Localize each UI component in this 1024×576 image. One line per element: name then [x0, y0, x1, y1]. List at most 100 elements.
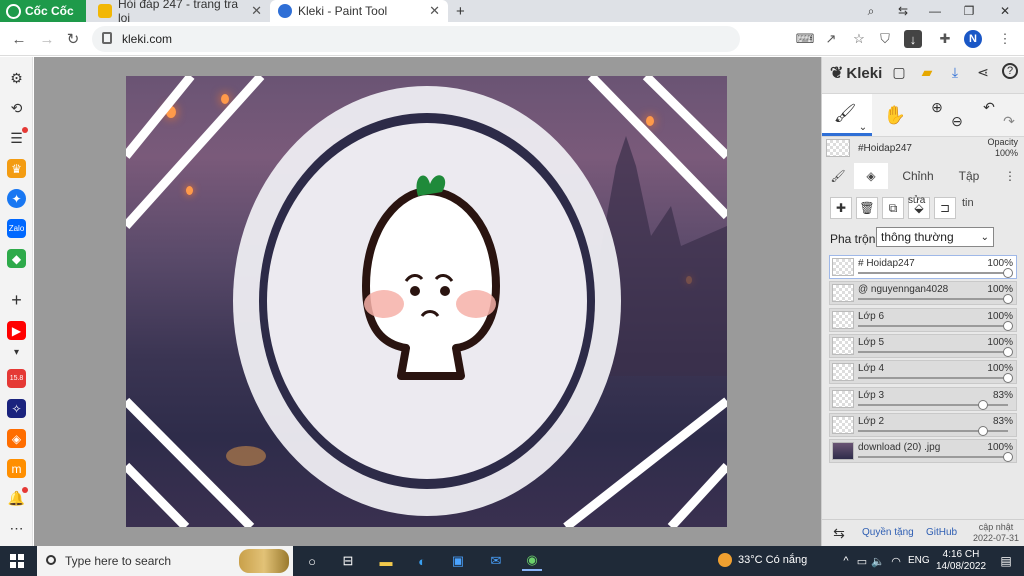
- coccoc-menu-button[interactable]: Cốc Cốc: [0, 0, 86, 22]
- tab-file[interactable]: Tập: [946, 163, 992, 189]
- layer-row[interactable]: Lớp 6 100%: [829, 307, 1017, 332]
- close-icon[interactable]: ✕: [251, 3, 262, 19]
- back-button[interactable]: ←: [8, 28, 30, 50]
- add-layer-button[interactable]: ✚: [830, 197, 852, 219]
- drawing-canvas[interactable]: [126, 76, 727, 527]
- notification-bell-icon[interactable]: 🔔: [7, 487, 28, 508]
- layer-opacity-track[interactable]: [858, 456, 1008, 459]
- github-link[interactable]: GitHub: [926, 527, 957, 538]
- layer-row[interactable]: Lớp 3 83%: [829, 386, 1017, 411]
- tab-search-icon[interactable]: ⌕: [856, 0, 886, 22]
- layer-row[interactable]: Lớp 2 83%: [829, 412, 1017, 437]
- restore-button[interactable]: ❐: [954, 0, 984, 22]
- redo-icon[interactable]: ↷: [1000, 112, 1018, 130]
- youtube-icon[interactable]: ▶: [7, 321, 26, 340]
- extensions-icon[interactable]: ✚: [936, 30, 954, 48]
- more-icon[interactable]: ⋯: [7, 519, 26, 538]
- share-icon[interactable]: ↗: [822, 30, 840, 48]
- minimize-button[interactable]: —: [920, 0, 950, 22]
- close-window-button[interactable]: ✕: [990, 0, 1020, 22]
- tab-layers[interactable]: ◈: [854, 163, 888, 189]
- privacy-link[interactable]: Quyền tặng: [862, 527, 914, 538]
- layer-opacity-track[interactable]: [858, 272, 1008, 274]
- bookmark-star-icon[interactable]: ☆: [850, 30, 868, 48]
- canvas-workspace[interactable]: [34, 57, 821, 546]
- layer-opacity-track[interactable]: [858, 377, 1008, 380]
- sale-icon[interactable]: 15.8: [7, 369, 26, 388]
- update-date[interactable]: 2022-07-31: [970, 533, 1022, 543]
- brush-tool-button[interactable]: 🖌 ⌄: [822, 94, 872, 136]
- forward-button[interactable]: →: [36, 28, 58, 50]
- menu-dots-icon[interactable]: ⋮: [996, 30, 1014, 48]
- taskbar-search-input[interactable]: Type here to search: [37, 546, 293, 576]
- tab-kleki[interactable]: Kleki - Paint Tool ✕: [270, 0, 448, 22]
- back-forward-icon[interactable]: ⇆: [888, 0, 918, 22]
- kleki-logo[interactable]: ❦ Kleki: [830, 63, 882, 83]
- layer-opacity-track[interactable]: [858, 350, 1008, 353]
- settings-gear-icon[interactable]: ⚙: [7, 69, 26, 88]
- layer-opacity-slider[interactable]: [977, 399, 988, 410]
- messenger-icon[interactable]: ✦: [7, 189, 26, 208]
- layer-opacity-track[interactable]: [858, 298, 1008, 301]
- layer-opacity-track[interactable]: [858, 324, 1008, 327]
- cortana-icon[interactable]: ○: [302, 551, 322, 571]
- task-view-icon[interactable]: ⊟: [338, 551, 358, 571]
- layer-opacity-slider[interactable]: [1003, 346, 1013, 357]
- rename-layer-icon[interactable]: ⊐: [934, 197, 956, 219]
- zalo-icon[interactable]: Zalo: [7, 219, 26, 238]
- undo-icon[interactable]: ↶: [980, 98, 998, 116]
- shopping-icon[interactable]: ◈: [7, 429, 26, 448]
- store-icon[interactable]: ▣: [448, 551, 468, 571]
- language-indicator[interactable]: ENG: [908, 555, 930, 566]
- duplicate-layer-icon[interactable]: ⧉: [882, 197, 904, 219]
- shield-icon[interactable]: ⛉: [876, 30, 894, 48]
- coccoc-taskbar-icon[interactable]: ◉: [522, 551, 542, 571]
- layer-row[interactable]: Lớp 4 100%: [829, 360, 1017, 385]
- history-icon[interactable]: ⟲: [7, 99, 26, 118]
- zoom-out-icon[interactable]: ⊖: [948, 112, 966, 130]
- share-icon[interactable]: ⋖: [974, 63, 992, 81]
- layer-row[interactable]: Lớp 5 100%: [829, 333, 1017, 358]
- close-icon[interactable]: ✕: [429, 3, 440, 19]
- tab-brush[interactable]: 🖌: [822, 163, 854, 189]
- file-explorer-icon[interactable]: ▬: [376, 551, 396, 571]
- volume-icon[interactable]: 🔈: [868, 551, 888, 571]
- chevron-down-icon[interactable]: ▾: [7, 343, 26, 362]
- blend-mode-select[interactable]: thông thường ⌄: [876, 227, 994, 247]
- notes-icon[interactable]: ☰: [7, 127, 28, 148]
- layer-row[interactable]: @ nguyenngan4028 100%: [829, 281, 1017, 306]
- mail-icon[interactable]: ✉: [486, 551, 506, 571]
- layer-row[interactable]: # Hoidap247 100%: [829, 255, 1017, 279]
- taskbar-clock[interactable]: 4:16 CH 14/08/2022: [936, 549, 986, 573]
- layer-opacity-slider[interactable]: [1003, 373, 1013, 384]
- layer-opacity-slider[interactable]: [977, 425, 988, 436]
- zoom-in-icon[interactable]: ⊕: [928, 98, 946, 116]
- address-bar[interactable]: kleki.com: [92, 26, 740, 52]
- game-icon[interactable]: ◆: [7, 249, 26, 268]
- delete-layer-icon[interactable]: 🗑: [856, 197, 878, 219]
- save-download-icon[interactable]: ⤓: [946, 63, 964, 81]
- swap-panel-icon[interactable]: ⇆: [830, 524, 848, 542]
- hand-tool-icon[interactable]: ✋: [884, 105, 906, 125]
- profile-avatar[interactable]: N: [964, 30, 982, 48]
- layer-opacity-slider[interactable]: [1003, 320, 1013, 331]
- new-tab-button[interactable]: +: [448, 0, 472, 22]
- layer-opacity-slider[interactable]: [1003, 452, 1013, 463]
- layer-opacity-slider[interactable]: [1003, 268, 1013, 278]
- layer-row[interactable]: download (20) .jpg 100%: [829, 439, 1017, 464]
- layer-opacity-slider[interactable]: [1003, 294, 1013, 305]
- tab-edit[interactable]: Chỉnh: [892, 163, 944, 189]
- reload-button[interactable]: ↻: [62, 28, 84, 50]
- windows-start-icon[interactable]: [10, 554, 24, 568]
- new-file-icon[interactable]: ▢: [890, 63, 908, 81]
- more-vertical-icon[interactable]: ⋮: [998, 163, 1022, 189]
- notifications-icon[interactable]: ▤: [996, 551, 1016, 571]
- wifi-icon[interactable]: ◠: [886, 551, 906, 571]
- edge-icon[interactable]: ◐: [412, 551, 432, 571]
- tab-hoidap[interactable]: Hỏi đáp 247 - trang tra loi ✕: [90, 0, 270, 25]
- open-folder-icon[interactable]: ▰: [918, 63, 936, 81]
- help-icon[interactable]: ?: [1002, 63, 1018, 79]
- weather-widget[interactable]: 33°C Có nắng: [718, 553, 807, 567]
- wallpaper-icon[interactable]: ✧: [7, 399, 26, 418]
- translate-icon[interactable]: ⌨: [796, 30, 815, 48]
